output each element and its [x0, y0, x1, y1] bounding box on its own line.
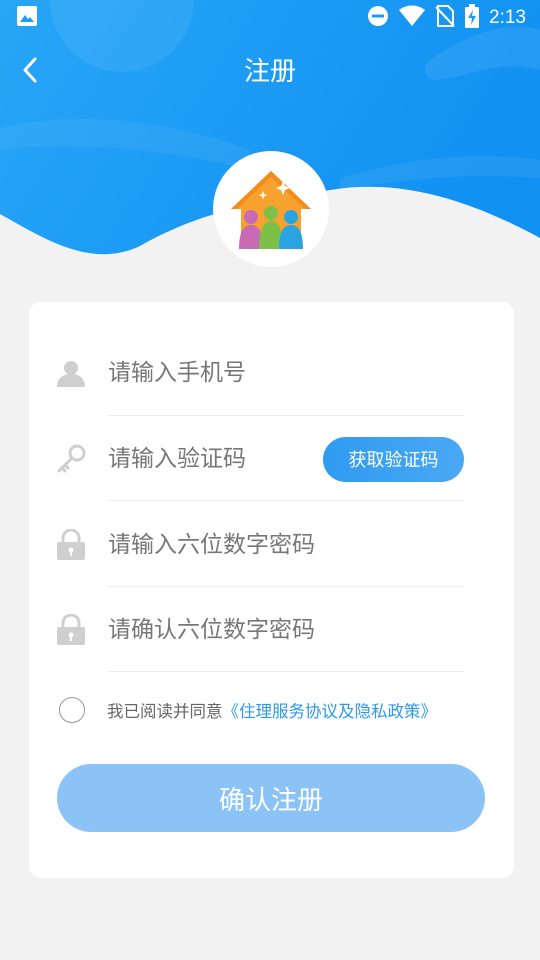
agreement-text: 我已阅读并同意《住理服务协议及隐私政策》 [107, 698, 437, 722]
divider [108, 586, 464, 587]
confirm-register-button[interactable]: 确认注册 [57, 764, 485, 832]
house-family-logo-icon [231, 171, 311, 249]
key-icon [55, 443, 87, 475]
user-icon [55, 357, 87, 389]
lock-icon [55, 529, 87, 561]
confirm-password-input[interactable] [108, 610, 318, 650]
wifi-icon [399, 5, 426, 31]
divider [108, 500, 464, 501]
password-input[interactable] [108, 525, 318, 565]
app-logo [213, 151, 329, 267]
password-row [29, 515, 514, 575]
no-sim-icon [435, 5, 455, 31]
image-icon [16, 5, 38, 31]
agreement-row: 我已阅读并同意《住理服务协议及隐私政策》 [59, 695, 499, 725]
page-title: 注册 [243, 57, 296, 87]
agreement-checkbox[interactable] [59, 697, 85, 723]
status-time: 2:13 [489, 7, 526, 28]
confirm-password-row [29, 600, 514, 660]
divider [108, 415, 464, 416]
lock-icon [55, 614, 87, 646]
get-code-button[interactable]: 获取验证码 [323, 436, 464, 482]
verification-code-row: 获取验证码 [29, 429, 514, 489]
agreement-link[interactable]: 《住理服务协议及隐私政策》 [223, 702, 438, 721]
phone-row [29, 343, 514, 403]
register-form-card: 获取验证码 我已阅读并同意《住理服务协议及隐私政策》 确认注册 [29, 302, 514, 878]
verification-code-input[interactable] [108, 439, 318, 479]
battery-charging-icon [465, 4, 480, 32]
divider [108, 671, 464, 672]
phone-input[interactable] [108, 353, 318, 393]
do-not-disturb-icon [367, 5, 389, 31]
register-screen: 2:13 注册 请输入手机号 请输入验证码 获取验证码 我已阅读并同意《住理服务… [0, 0, 540, 960]
agreement-prefix: 我已阅读并同意 [107, 702, 223, 721]
status-bar: 2:13 [0, 0, 540, 36]
